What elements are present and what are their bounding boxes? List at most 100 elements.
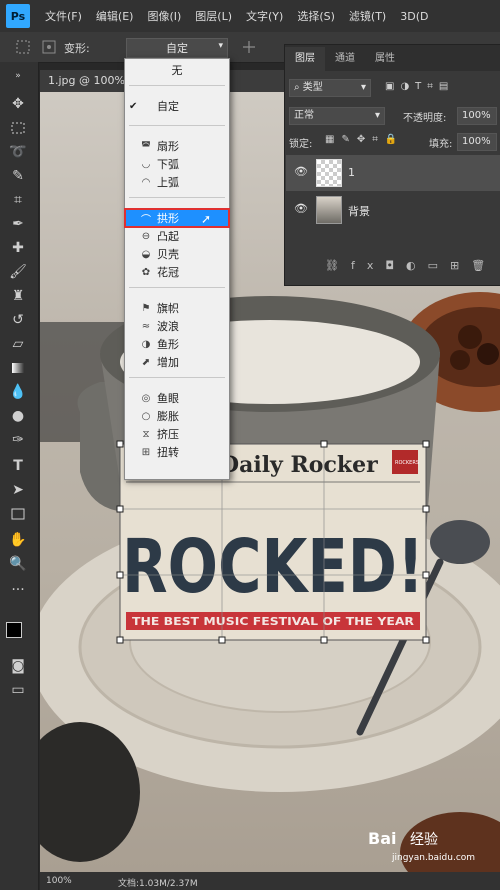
screen-mode-icon[interactable]: ▭ [8, 680, 28, 700]
fisheye-icon: ◎ [141, 392, 151, 404]
layer-thumbnail [316, 196, 342, 224]
blend-mode-select[interactable]: 正常 ▾ [289, 107, 385, 125]
menu-item-none[interactable]: 无 [125, 61, 229, 79]
mouse-cursor-icon: ➚ [200, 212, 211, 226]
menu-item-flower[interactable]: ✿ 花冠 [125, 263, 229, 281]
layer-actions-bar[interactable]: ⛓fx◘◐▭⊞🗑 [325, 259, 497, 272]
wave-icon: ≈ [141, 320, 151, 332]
tools-panel: » ✥ ➰ ✎ ⌗ ✒ ✚ 🖌 ♜ ↺ ▱ 💧 ● ✑ T ➤ ✋ 🔍 ··· … [0, 62, 39, 890]
tab-layers[interactable]: 图层 [285, 47, 325, 71]
opacity-input[interactable]: 100% [457, 107, 497, 125]
menu-select[interactable]: 选择(S) [290, 8, 342, 24]
check-icon: ✔ [129, 100, 138, 112]
layers-panel: 图层 通道 属性 ⌕ 类型 ▾ ▣◑T⌗▤ 正常 ▾ 不透明度: 100% 锁定: … [284, 44, 500, 286]
collapse-icon[interactable]: » [8, 66, 28, 86]
menu-type[interactable]: 文字(Y) [239, 8, 290, 24]
visibility-eye-icon[interactable]: 👁 [294, 165, 308, 178]
menu-3d[interactable]: 3D(D [393, 10, 435, 23]
layer-filter-icons[interactable]: ▣◑T⌗▤ [385, 81, 454, 92]
menu-file[interactable]: 文件(F) [38, 8, 89, 24]
squeeze-icon: ⧖ [142, 428, 150, 440]
layer-thumbnail [316, 159, 342, 187]
menu-item-arc-lower[interactable]: ◡ 下弧 [125, 155, 229, 173]
hand-tool-icon[interactable]: ✋ [8, 530, 28, 550]
menu-bar: Ps 文件(F) 编辑(E) 图像(I) 图层(L) 文字(Y) 选择(S) 滤… [0, 0, 500, 32]
reference-point-icon[interactable] [40, 38, 58, 56]
menu-item-arc-upper[interactable]: ◠ 上弧 [125, 173, 229, 191]
shell-icon: ◒ [141, 248, 151, 260]
eyedropper-tool-icon[interactable]: ✒ [8, 214, 28, 234]
tab-properties[interactable]: 属性 [365, 47, 405, 71]
layer-filter-select[interactable]: ⌕ 类型 ▾ [289, 79, 371, 97]
fill-label: 填充: [429, 139, 453, 150]
menu-filter[interactable]: 滤镜(T) [342, 8, 393, 24]
menu-item-wave[interactable]: ≈ 波浪 [125, 317, 229, 335]
layer-name[interactable]: 1 [348, 166, 355, 179]
menu-edit[interactable]: 编辑(E) [89, 8, 141, 24]
twist-icon: ⊞ [141, 446, 151, 458]
flower-icon: ✿ [141, 266, 151, 278]
svg-text:经验: 经验 [410, 832, 438, 848]
warp-orientation-icon[interactable] [240, 38, 258, 56]
marquee-tool-icon[interactable] [8, 118, 28, 138]
arc-upper-icon: ◠ [141, 176, 151, 188]
menu-item-rise[interactable]: ⬈ 增加 [125, 353, 229, 371]
lock-label: 锁定: [289, 139, 313, 150]
menu-item-arc[interactable]: ◚ 扇形 [125, 137, 229, 155]
arc-lower-icon: ◡ [141, 158, 151, 170]
visibility-eye-icon[interactable]: 👁 [294, 202, 308, 215]
foreground-color-swatch[interactable] [6, 622, 22, 638]
move-tool-icon[interactable]: ✥ [8, 94, 28, 114]
layer-name[interactable]: 背景 [348, 203, 370, 219]
arc-icon: ◚ [141, 140, 151, 152]
document-size: 文档:1.03M/2.37M [118, 879, 198, 889]
menu-image[interactable]: 图像(I) [140, 8, 188, 24]
badge-text: ROCKERS [395, 460, 419, 466]
pen-tool-icon[interactable]: ✑ [8, 430, 28, 450]
dodge-tool-icon[interactable]: ● [8, 406, 28, 426]
svg-text:Bai: Bai [368, 829, 396, 848]
more-tools-icon[interactable]: ··· [8, 580, 28, 600]
menu-item-shell[interactable]: ◒ 贝壳 [125, 245, 229, 263]
history-brush-tool-icon[interactable]: ↺ [8, 310, 28, 330]
lasso-tool-icon[interactable]: ➰ [8, 142, 28, 162]
healing-brush-tool-icon[interactable]: ✚ [8, 238, 28, 258]
lock-icons[interactable]: ▦✎✥⌗🔒 [325, 134, 404, 145]
menu-item-custom[interactable]: ✔ 自定 [125, 97, 229, 115]
rise-icon: ⬈ [141, 356, 151, 368]
warp-style-select[interactable]: 自定 ▾ [126, 38, 228, 58]
opacity-label: 不透明度: [403, 113, 447, 124]
menu-layer[interactable]: 图层(L) [188, 8, 239, 24]
quick-select-tool-icon[interactable]: ✎ [8, 166, 28, 186]
tab-channels[interactable]: 通道 [325, 47, 365, 71]
layer-row[interactable]: 👁 1 [286, 155, 500, 191]
warp-label: 变形: [64, 42, 90, 55]
eraser-tool-icon[interactable]: ▱ [8, 334, 28, 354]
menu-item-bulge[interactable]: ⊖ 凸起 [125, 227, 229, 245]
menu-item-squeeze[interactable]: ⧖ 挤压 [125, 425, 229, 443]
menu-item-flag[interactable]: ⚑ 旗帜 [125, 299, 229, 317]
fill-input[interactable]: 100% [457, 133, 497, 151]
menu-item-twist[interactable]: ⊞ 扭转 [125, 443, 229, 461]
brush-tool-icon[interactable]: 🖌 [8, 262, 28, 282]
menu-item-fisheye[interactable]: ◎ 鱼眼 [125, 389, 229, 407]
rectangle-tool-icon[interactable] [8, 504, 28, 524]
stamp-tool-icon[interactable]: ♜ [8, 286, 28, 306]
type-tool-icon[interactable]: T [8, 456, 28, 476]
layers-panel-tabs: 图层 通道 属性 [285, 45, 500, 71]
svg-text:jingyan.baidu.com: jingyan.baidu.com [391, 853, 475, 863]
zoom-level[interactable]: 100% [46, 876, 72, 886]
zoom-tool-icon[interactable]: 🔍 [8, 554, 28, 574]
crop-tool-icon[interactable]: ⌗ [8, 190, 28, 210]
menu-item-inflate[interactable]: ○ 膨胀 [125, 407, 229, 425]
gradient-tool-icon[interactable] [8, 358, 28, 378]
quick-mask-icon[interactable]: ◙ [8, 656, 28, 676]
transform-icon[interactable] [14, 38, 32, 56]
masthead-text: Daily Rocker [220, 452, 378, 478]
path-select-tool-icon[interactable]: ➤ [8, 480, 28, 500]
blur-tool-icon[interactable]: 💧 [8, 382, 28, 402]
menu-item-fish[interactable]: ◑ 鱼形 [125, 335, 229, 353]
layer-row[interactable]: 👁 背景 [286, 192, 500, 228]
banner-text: THE BEST MUSIC FESTIVAL OF THE YEAR [132, 615, 415, 628]
menu-item-arch[interactable]: ⌒ 拱形 ➚ [124, 208, 230, 228]
